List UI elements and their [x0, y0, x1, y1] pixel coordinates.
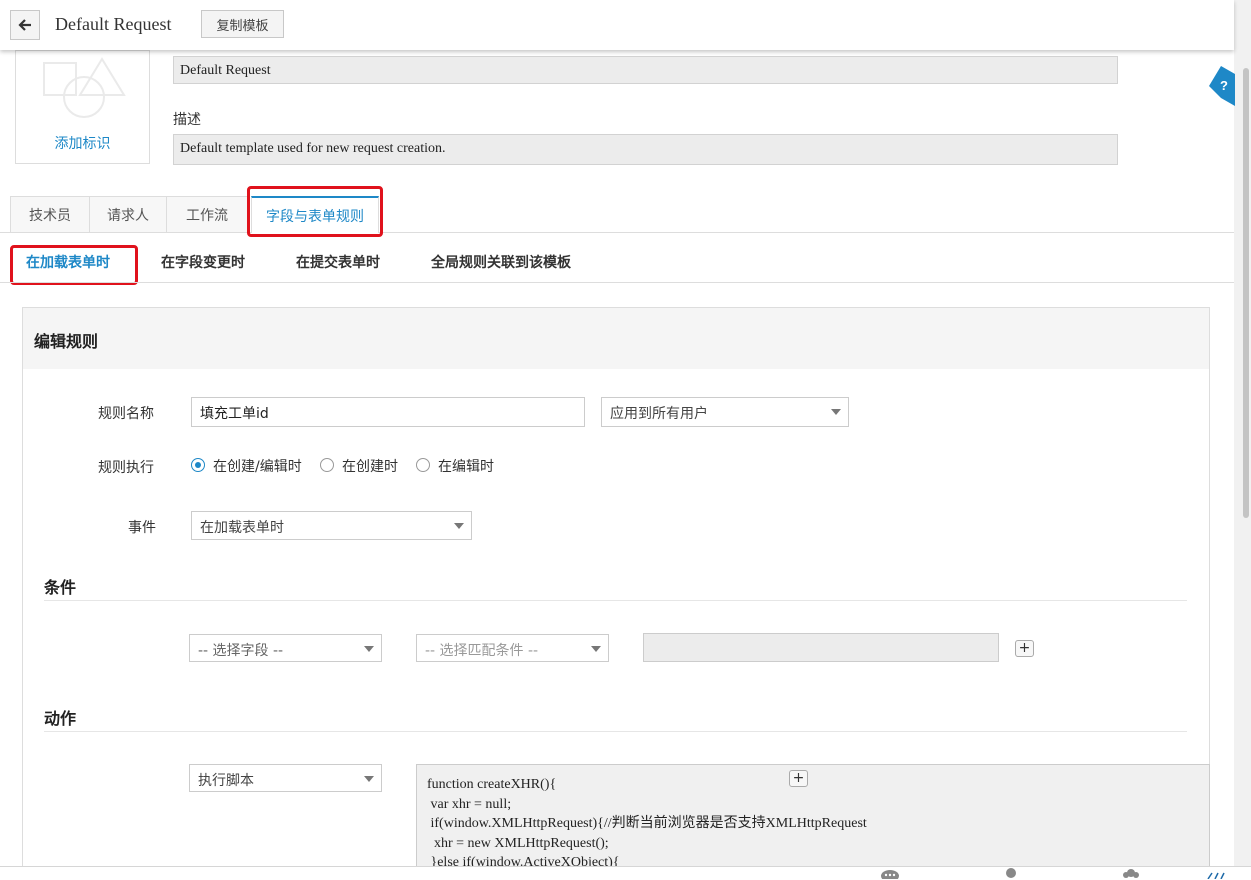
description-label: 描述: [173, 112, 201, 128]
script-editor[interactable]: function createXHR(){ var xhr = null; if…: [416, 764, 1210, 879]
rule-name-input[interactable]: 填充工单id: [191, 397, 585, 427]
rule-name-label: 规则名称: [98, 406, 154, 422]
template-icon-box[interactable]: 添加标识: [15, 50, 150, 164]
placeholder-shapes-icon: [43, 57, 126, 118]
actions-divider: [44, 731, 1187, 732]
conditions-divider: [44, 600, 1187, 601]
action-type-value: 执行脚本: [198, 773, 254, 789]
subtab-on-form-load[interactable]: 在加载表单时: [26, 252, 110, 272]
tab-requester[interactable]: 请求人: [89, 196, 167, 232]
template-name-field[interactable]: Default Request: [173, 56, 1118, 84]
back-arrow-icon: [18, 19, 31, 31]
event-label: 事件: [128, 520, 156, 536]
chat-icon[interactable]: [880, 867, 900, 879]
apply-to-value: 应用到所有用户: [610, 406, 708, 422]
template-description-field[interactable]: Default template used for new request cr…: [173, 134, 1118, 165]
radio-edit-label[interactable]: 在编辑时: [438, 456, 494, 476]
chevron-down-icon: [831, 409, 841, 415]
subtab-on-field-change[interactable]: 在字段变更时: [161, 252, 245, 272]
chevron-down-icon: [364, 776, 374, 782]
subtabs-divider: [0, 282, 1234, 283]
plus-icon: +: [792, 770, 805, 786]
apply-to-select[interactable]: 应用到所有用户: [601, 397, 849, 427]
radio-create-edit[interactable]: [191, 458, 205, 472]
radio-create[interactable]: [320, 458, 334, 472]
add-icon-link[interactable]: 添加标识: [16, 133, 149, 153]
tab-field-form-rules[interactable]: 字段与表单规则: [251, 196, 379, 233]
radio-create-label[interactable]: 在创建时: [342, 456, 398, 476]
group-icon[interactable]: [1121, 867, 1141, 879]
radio-edit[interactable]: [416, 458, 430, 472]
chevron-down-icon: [364, 646, 374, 652]
top-header: Default Request 复制模板: [0, 0, 1234, 50]
bottom-toolbar: [0, 866, 1251, 880]
event-select[interactable]: 在加载表单时: [191, 511, 472, 540]
actions-title: 动作: [44, 709, 77, 728]
condition-value-input[interactable]: [643, 633, 999, 662]
subtab-global-rules[interactable]: 全局规则关联到该模板: [431, 252, 571, 272]
page-title: Default Request: [55, 14, 172, 34]
condition-field-placeholder: -- 选择字段 --: [198, 643, 284, 659]
tab-workflow[interactable]: 工作流: [166, 196, 248, 232]
event-value: 在加载表单时: [200, 520, 284, 536]
scrollbar-thumb[interactable]: [1243, 68, 1249, 518]
panel-header: 编辑规则: [23, 308, 1209, 369]
condition-match-placeholder: -- 选择匹配条件 --: [425, 643, 539, 659]
action-type-select[interactable]: 执行脚本: [189, 764, 382, 792]
panel-title: 编辑规则: [34, 332, 99, 351]
svg-text:?: ?: [1220, 78, 1228, 93]
condition-match-select[interactable]: -- 选择匹配条件 --: [416, 634, 609, 662]
back-button[interactable]: [10, 10, 40, 40]
condition-field-select[interactable]: -- 选择字段 --: [189, 634, 382, 662]
subtab-on-form-submit[interactable]: 在提交表单时: [296, 252, 380, 272]
tabs-divider: [0, 232, 1234, 233]
rule-execute-label: 规则执行: [98, 460, 154, 476]
chevron-down-icon: [591, 646, 601, 652]
conditions-title: 条件: [44, 578, 77, 597]
chevron-down-icon: [454, 523, 464, 529]
more-icon[interactable]: [1206, 867, 1230, 879]
copy-template-button[interactable]: 复制模板: [201, 10, 284, 38]
help-icon: ?: [1209, 66, 1235, 106]
add-action-button[interactable]: +: [789, 770, 808, 787]
plus-icon: +: [1018, 640, 1031, 656]
help-tab[interactable]: ?: [1209, 66, 1235, 106]
user-icon[interactable]: [1003, 867, 1019, 879]
add-condition-button[interactable]: +: [1015, 640, 1034, 657]
tab-technician[interactable]: 技术员: [10, 196, 90, 232]
radio-create-edit-label[interactable]: 在创建/编辑时: [213, 456, 302, 476]
